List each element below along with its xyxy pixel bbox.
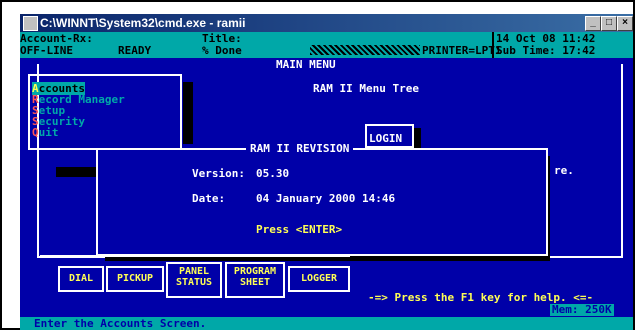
printer-status: PRINTER=LPT1 [422, 44, 502, 57]
sub-time: Sub Time: 17:42 [496, 44, 596, 57]
bottom-status-bar: Enter the Accounts Screen. [20, 317, 633, 330]
press-enter-prompt[interactable]: Press <ENTER> [256, 224, 342, 236]
obscured-text: re. [554, 164, 574, 177]
console-window: C:\WINNT\System32\cmd.exe - ramii _ □ × … [20, 14, 633, 330]
maximize-button[interactable]: □ [601, 16, 617, 31]
memory-indicator: Mem: 250K [550, 303, 614, 316]
percent-done: % Done [202, 44, 242, 57]
progress-hatch [310, 45, 420, 55]
date-label: Date: [192, 192, 226, 205]
program-sheet-button[interactable]: PROGRAM SHEET [225, 262, 285, 298]
ready-status: READY [118, 44, 152, 57]
login-label: LOGIN [369, 132, 403, 145]
menu-item-label: uit [38, 126, 59, 139]
revision-dialog-title: RAM II REVISION [246, 143, 354, 155]
console-area: Account-Rx: Title: 14 Oct 08 11:42 OFF-L… [20, 32, 633, 330]
cmd-icon [23, 16, 38, 31]
title-bar[interactable]: C:\WINNT\System32\cmd.exe - ramii _ □ × [20, 14, 633, 32]
date-value: 04 January 2000 14:46 [256, 192, 396, 205]
main-menu-title: MAIN MENU [272, 59, 340, 71]
menu-tree-title: RAM II Menu Tree [313, 82, 419, 95]
logger-button[interactable]: LOGGER [288, 266, 350, 292]
panel-status-button[interactable]: PANEL STATUS [166, 262, 222, 298]
version-label: Version: [192, 167, 245, 180]
minimize-button[interactable]: _ [585, 16, 601, 31]
dial-button[interactable]: DIAL [58, 266, 104, 292]
hotkey: Q [32, 126, 39, 139]
offline-status: OFF-LINE [20, 44, 73, 57]
pickup-button[interactable]: PICKUP [106, 266, 164, 292]
status-bar: Account-Rx: Title: 14 Oct 08 11:42 OFF-L… [20, 32, 633, 58]
menu-item-quit[interactable]: Quit [32, 127, 59, 139]
window-title: C:\WINNT\System32\cmd.exe - ramii [40, 16, 246, 30]
status-hint: Enter the Accounts Screen. [34, 317, 207, 330]
close-button[interactable]: × [617, 16, 633, 31]
version-value: 05.30 [256, 167, 290, 180]
